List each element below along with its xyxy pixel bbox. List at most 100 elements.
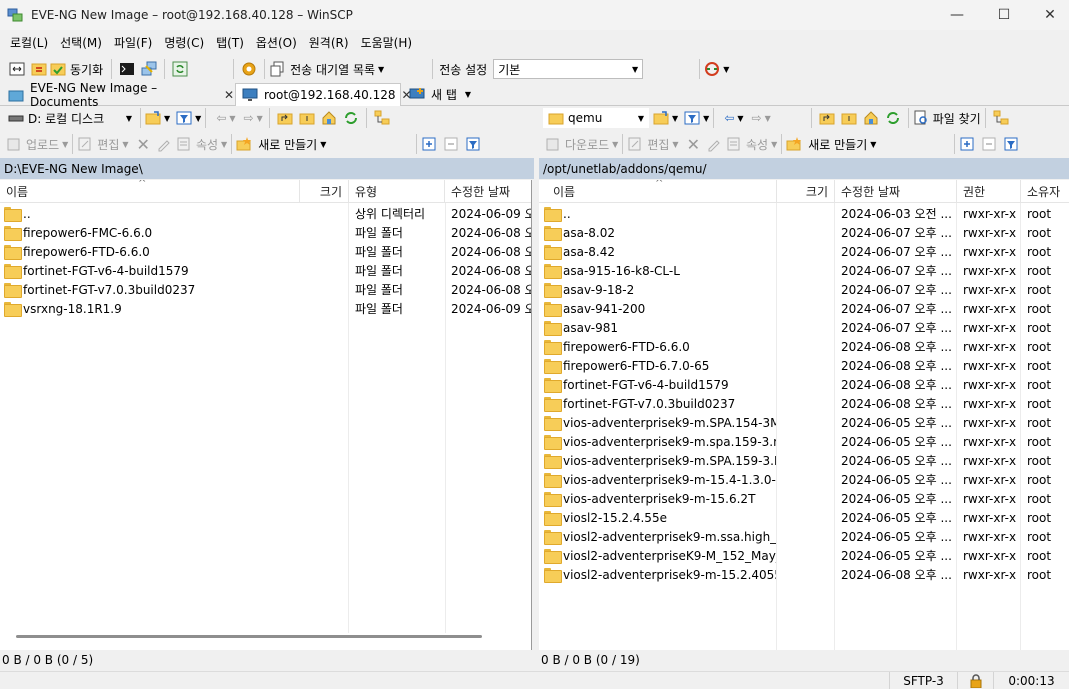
table-row[interactable]: fortinet-FGT-v7.0.3build0237 2024-06-08 오… bbox=[539, 394, 1069, 413]
local-find-button[interactable] bbox=[371, 107, 393, 129]
select-add-icon[interactable] bbox=[959, 136, 975, 152]
remote-parent-dir-button[interactable] bbox=[816, 107, 838, 129]
remote-filter-button[interactable]: ▼ bbox=[684, 107, 709, 129]
menu-local[interactable]: 로컬(L) bbox=[4, 34, 54, 51]
menu-command[interactable]: 명령(C) bbox=[158, 34, 210, 51]
table-row[interactable]: vios-adventerprisek9-m-15.6.2T 2024-06-05… bbox=[539, 489, 1069, 508]
delete-icon[interactable]: ✕ bbox=[137, 135, 150, 154]
menu-remote[interactable]: 원격(R) bbox=[303, 34, 355, 51]
table-row[interactable]: asav-981 2024-06-07 오후 ... rwxr-xr-x root bbox=[539, 318, 1069, 337]
remote-refresh-button[interactable] bbox=[882, 107, 904, 129]
column-modified[interactable]: 수정한 날짜 bbox=[445, 180, 531, 203]
column-size[interactable]: 크기 bbox=[777, 180, 835, 203]
column-type[interactable]: 유형 bbox=[349, 180, 445, 203]
queue-list-button[interactable]: 전송 대기열 목록 ▼ bbox=[269, 58, 388, 80]
remote-edit-button[interactable]: 편집 ▼ bbox=[627, 133, 679, 155]
column-name[interactable]: 이름 ^ bbox=[539, 180, 777, 203]
select-remove-icon[interactable] bbox=[443, 136, 459, 152]
select-filter-icon[interactable] bbox=[1003, 136, 1019, 152]
remote-file-list[interactable]: 이름 ^ 크기 수정한 날짜 권한 소유자 .. 2024-06-03 오전 ...… bbox=[539, 180, 1069, 650]
table-row[interactable]: vios-adventerprisek9-m.spa.159-3.m2 2024-… bbox=[539, 432, 1069, 451]
remote-properties-button[interactable]: 속성 ▼ bbox=[726, 133, 777, 155]
local-open-dir-button[interactable]: ▼ bbox=[145, 107, 170, 129]
table-row[interactable]: viosl2-adventerprisek9-m.ssa.high_iro...… bbox=[539, 527, 1069, 546]
minimize-button[interactable]: — bbox=[934, 0, 980, 30]
local-home-button[interactable] bbox=[318, 107, 340, 129]
table-row[interactable]: .. 상위 디렉터리 2024-06-09 오 bbox=[0, 204, 531, 223]
back-arrow-icon[interactable]: ⇦ bbox=[216, 111, 226, 125]
column-modified[interactable]: 수정한 날짜 bbox=[835, 180, 957, 203]
column-size[interactable]: 크기 bbox=[300, 180, 349, 203]
table-row[interactable]: asa-8.02 2024-06-07 오후 ... rwxr-xr-x root bbox=[539, 223, 1069, 242]
rename-icon[interactable] bbox=[156, 136, 172, 152]
menu-file[interactable]: 파일(F) bbox=[108, 34, 158, 51]
table-row[interactable]: vios-adventerprisek9-m-15.4-1.3.0-1... 20… bbox=[539, 470, 1069, 489]
menu-select[interactable]: 선택(M) bbox=[54, 34, 108, 51]
download-button[interactable]: 다운로드 ▼ bbox=[545, 133, 618, 155]
remote-dir-select[interactable]: qemu ▼ bbox=[543, 108, 649, 128]
remote-root-dir-button[interactable] bbox=[838, 107, 860, 129]
table-row[interactable]: vsrxng-18.1R1.9 파일 폴더 2024-06-09 오 bbox=[0, 299, 531, 318]
select-filter-icon[interactable] bbox=[465, 136, 481, 152]
upload-button[interactable]: 업로드 ▼ bbox=[6, 133, 68, 155]
sync-browse-button[interactable] bbox=[28, 58, 50, 80]
table-row[interactable]: vios-adventerprisek9-m.SPA.159-3.M3 2024-… bbox=[539, 451, 1069, 470]
local-path-bar[interactable]: D:\EVE-NG New Image\ bbox=[0, 158, 534, 179]
table-row[interactable]: asav-941-200 2024-06-07 오후 ... rwxr-xr-x ro… bbox=[539, 299, 1069, 318]
remote-home-button[interactable] bbox=[860, 107, 882, 129]
compare-dirs-button[interactable] bbox=[6, 58, 28, 80]
column-name[interactable]: 이름 ^ bbox=[0, 180, 300, 203]
encryption-lock-icon[interactable] bbox=[957, 672, 993, 689]
back-arrow-icon[interactable]: ⇦ bbox=[724, 111, 734, 125]
synchronize-button[interactable]: 동기화 bbox=[50, 58, 107, 80]
local-drive-select[interactable]: D: 로컬 디스크 ▼ bbox=[4, 108, 136, 128]
table-row[interactable]: firepower6-FTD-6.7.0-65 2024-06-08 오후 ...… bbox=[539, 356, 1069, 375]
menu-options[interactable]: 옵션(O) bbox=[250, 34, 303, 51]
table-row[interactable]: viosl2-15.2.4.55e 2024-06-05 오후 ... rwxr-x… bbox=[539, 508, 1069, 527]
remote-path-bar[interactable]: /opt/unetlab/addons/qemu/ bbox=[539, 158, 1069, 179]
table-row[interactable]: fortinet-FGT-v6-4-build1579 파일 폴더 2024-06-… bbox=[0, 261, 531, 280]
table-row[interactable]: firepower6-FMC-6.6.0 파일 폴더 2024-06-08 오 bbox=[0, 223, 531, 242]
local-root-dir-button[interactable] bbox=[296, 107, 318, 129]
console-button[interactable] bbox=[116, 58, 138, 80]
column-rights[interactable]: 권한 bbox=[957, 180, 1021, 203]
preferences-button[interactable] bbox=[238, 58, 260, 80]
table-row[interactable]: .. 2024-06-03 오전 ... rwxr-xr-x root bbox=[539, 204, 1069, 223]
table-row[interactable]: fortinet-FGT-v7.0.3build0237 파일 폴더 2024-06… bbox=[0, 280, 531, 299]
table-row[interactable]: fortinet-FGT-v6-4-build1579 2024-06-08 오후… bbox=[539, 375, 1069, 394]
table-row[interactable]: asav-9-18-2 2024-06-07 오후 ... rwxr-xr-x roo… bbox=[539, 280, 1069, 299]
local-file-list[interactable]: 이름 ^ 크기 유형 수정한 날짜 .. 상위 디렉터리 2024-06-09 오 fi… bbox=[0, 180, 532, 650]
menu-tab[interactable]: 탭(T) bbox=[210, 34, 250, 51]
table-row[interactable]: viosl2-adventerprisek9-m-15.2.4055 2024-0… bbox=[539, 565, 1069, 584]
close-tab-icon[interactable]: ✕ bbox=[224, 88, 234, 102]
delete-icon[interactable]: ✕ bbox=[687, 135, 700, 154]
table-row[interactable]: asa-915-16-k8-CL-L 2024-06-07 오후 ... rwxr-… bbox=[539, 261, 1069, 280]
select-add-icon[interactable] bbox=[421, 136, 437, 152]
local-refresh-button[interactable] bbox=[340, 107, 362, 129]
close-button[interactable]: ✕ bbox=[1027, 0, 1069, 30]
select-remove-icon[interactable] bbox=[981, 136, 997, 152]
table-row[interactable]: firepower6-FTD-6.6.0 파일 폴더 2024-06-08 오 bbox=[0, 242, 531, 261]
menu-help[interactable]: 도움말(H) bbox=[355, 34, 419, 51]
column-owner[interactable]: 소유자 bbox=[1021, 180, 1069, 203]
local-parent-dir-button[interactable] bbox=[274, 107, 296, 129]
remote-new-button[interactable]: 새로 만들기 ▼ bbox=[786, 133, 876, 155]
rename-icon[interactable] bbox=[706, 136, 722, 152]
table-row[interactable]: vios-adventerprisek9-m.SPA.154-3M8 2024-0… bbox=[539, 413, 1069, 432]
table-row[interactable]: asa-8.42 2024-06-07 오후 ... rwxr-xr-x root bbox=[539, 242, 1069, 261]
find-files-button[interactable]: 파일 찾기 bbox=[913, 107, 981, 129]
forward-arrow-icon[interactable]: ⇨ bbox=[752, 111, 762, 125]
forward-arrow-icon[interactable]: ⇨ bbox=[244, 111, 254, 125]
local-filter-button[interactable]: ▼ bbox=[176, 107, 201, 129]
transfer-settings-select[interactable]: 기본 ▼ bbox=[493, 59, 644, 79]
local-edit-button[interactable]: 편집 ▼ bbox=[77, 133, 129, 155]
local-new-button[interactable]: 새로 만들기 ▼ bbox=[236, 133, 326, 155]
local-properties-button[interactable]: 속성 ▼ bbox=[176, 133, 227, 155]
tab-session[interactable]: root@192.168.40.128 ✕ bbox=[235, 83, 412, 106]
refresh-queue-button[interactable] bbox=[169, 58, 191, 80]
putty-button[interactable] bbox=[138, 58, 160, 80]
remote-open-dir-button[interactable]: ▼ bbox=[653, 107, 678, 129]
table-row[interactable]: firepower6-FTD-6.6.0 2024-06-08 오후 ... rwx… bbox=[539, 337, 1069, 356]
table-row[interactable]: viosl2-adventerpriseK9-M_152_May_... 2024… bbox=[539, 546, 1069, 565]
sync-refresh-button[interactable]: ▼ bbox=[704, 58, 729, 80]
